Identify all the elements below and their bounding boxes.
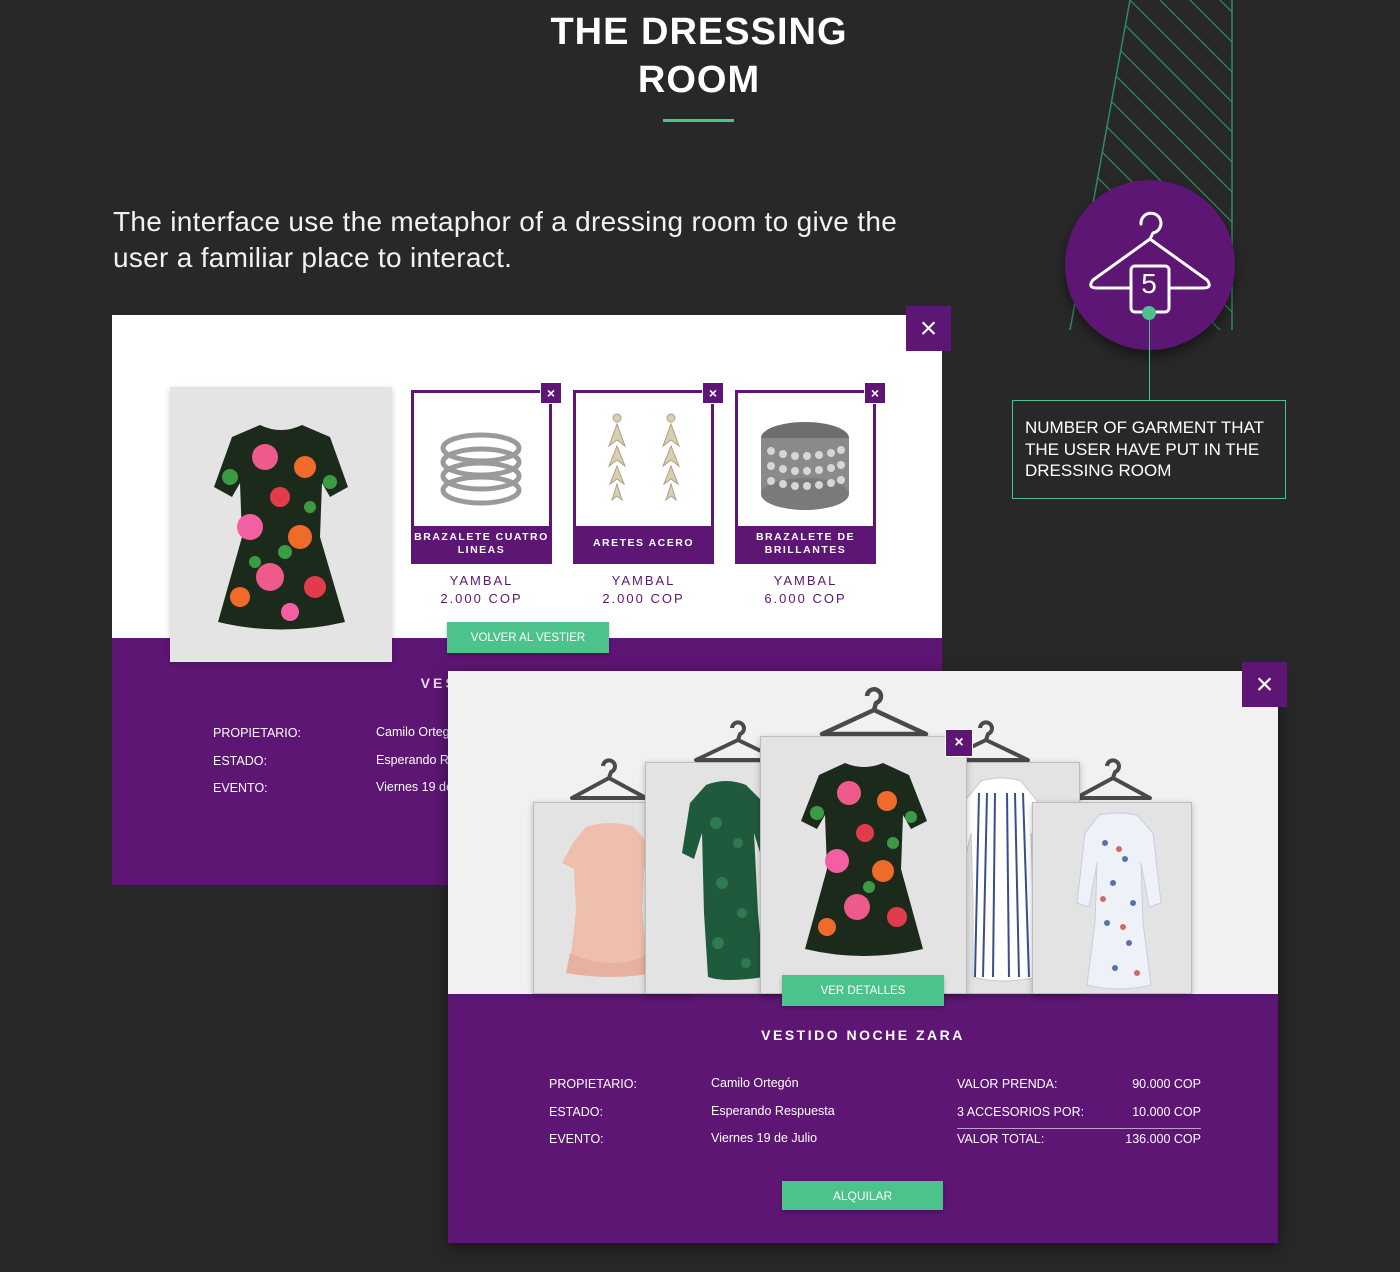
owner-label: PROPIETARIO: <box>549 1077 637 1091</box>
title-line-1: THE DRESSING <box>550 11 848 53</box>
accessory-meta: YAMBAL 2.000 COP <box>411 572 552 608</box>
garment-price-label: VALOR PRENDA: <box>957 1077 1058 1091</box>
printed-dress-image <box>1076 812 1162 990</box>
bracelet-image <box>440 432 522 506</box>
info-values: Camilo Ortegón Esperando Respuesta Viern… <box>711 1070 835 1153</box>
accessory-name: BRAZALETE DE BRILLANTES <box>738 526 873 561</box>
accessory-price: 2.000 COP <box>602 591 685 606</box>
remove-accessory-button[interactable]: × <box>702 382 724 404</box>
accessory-name: BRAZALETE CUATRO LINEAS <box>414 526 549 561</box>
remove-garment-button[interactable]: × <box>945 729 973 757</box>
event-label: EVENTO: <box>213 781 268 795</box>
event-value: Viernes 19 de Julio <box>711 1131 818 1145</box>
floral-dress-image <box>214 425 348 630</box>
accessory-price: 6.000 COP <box>764 591 847 606</box>
accessory-card[interactable]: ARETES ACERO × <box>573 382 724 564</box>
callout-dot <box>1142 306 1156 320</box>
page-title: THE DRESSING ROOM <box>500 8 898 104</box>
floral-dress-image <box>801 763 927 956</box>
view-details-button[interactable]: VER DETALLES <box>782 975 944 1006</box>
accessory-card[interactable]: BRAZALETE DE BRILLANTES × <box>735 382 886 564</box>
accessory-meta: YAMBAL 6.000 COP <box>735 572 876 608</box>
intro-text: The interface use the metaphor of a dres… <box>113 206 898 273</box>
garment-counter[interactable] <box>1065 180 1235 350</box>
accessories-price-label: 3 ACCESORIOS POR: <box>957 1104 1085 1119</box>
price-values: 90.000 COP 10.000 COP 136.000 COP <box>1081 1071 1201 1154</box>
status-value: Esperando Respuesta <box>711 1103 835 1118</box>
info-labels: PROPIETARIO: ESTADO: EVENTO: <box>213 720 301 803</box>
accessory-brand: YAMBAL <box>449 573 514 588</box>
garment-card-selected[interactable] <box>760 736 967 994</box>
info-labels: PROPIETARIO: ESTADO: EVENTO: <box>549 1071 637 1154</box>
status-label: ESTADO: <box>213 753 267 768</box>
garment-price-value: 90.000 COP <box>1132 1077 1201 1091</box>
accessory-meta: YAMBAL 2.000 COP <box>573 572 714 608</box>
accessory-brand: YAMBAL <box>773 573 838 588</box>
back-to-dressing-room-button[interactable]: VOLVER AL VESTIER <box>447 622 609 653</box>
status-label: ESTADO: <box>549 1104 603 1119</box>
accessory-brand: YAMBAL <box>611 573 676 588</box>
hanger-icon <box>1089 211 1211 314</box>
accessory-price: 2.000 COP <box>440 591 523 606</box>
event-label: EVENTO: <box>549 1132 604 1146</box>
hanger-icon <box>819 687 929 737</box>
title-line-2: ROOM <box>637 59 761 101</box>
accessory-card[interactable]: BRAZALETE CUATRO LINEAS × <box>411 382 562 564</box>
close-dressing-room-button[interactable]: × <box>1242 662 1287 707</box>
dress-name: VESTIDO NOCHE ZARA <box>761 1027 965 1043</box>
total-price-value: 136.000 COP <box>1125 1132 1201 1146</box>
garment-count: 5 <box>1141 268 1157 299</box>
total-price-label: VALOR TOTAL: <box>957 1132 1045 1146</box>
close-icon: × <box>919 311 938 345</box>
close-accessories-button[interactable]: × <box>906 306 951 351</box>
close-icon: × <box>1255 667 1274 701</box>
accessories-price-value: 10.000 COP <box>1132 1104 1201 1119</box>
accessory-name: ARETES ACERO <box>576 526 711 561</box>
selected-dress-image <box>170 387 392 662</box>
garment-card[interactable] <box>1032 802 1192 994</box>
counter-callout: NUMBER OF GARMENT THAT THE USER HAVE PUT… <box>1012 400 1286 499</box>
earrings-image <box>607 413 681 502</box>
hanger-icon <box>1074 758 1152 800</box>
price-labels: VALOR PRENDA: 3 ACCESORIOS POR: VALOR TO… <box>957 1071 1084 1154</box>
bracelet-image <box>761 422 849 510</box>
remove-accessory-button[interactable]: × <box>864 382 886 404</box>
hanger-icon <box>570 758 648 800</box>
owner-label: PROPIETARIO: <box>213 726 301 740</box>
callout-connector <box>1149 315 1150 400</box>
title-underline <box>663 119 734 122</box>
owner-value: Camilo Ortegón <box>711 1076 799 1090</box>
price-divider <box>957 1128 1201 1129</box>
remove-accessory-button[interactable]: × <box>540 382 562 404</box>
rent-button[interactable]: ALQUILAR <box>782 1181 943 1210</box>
